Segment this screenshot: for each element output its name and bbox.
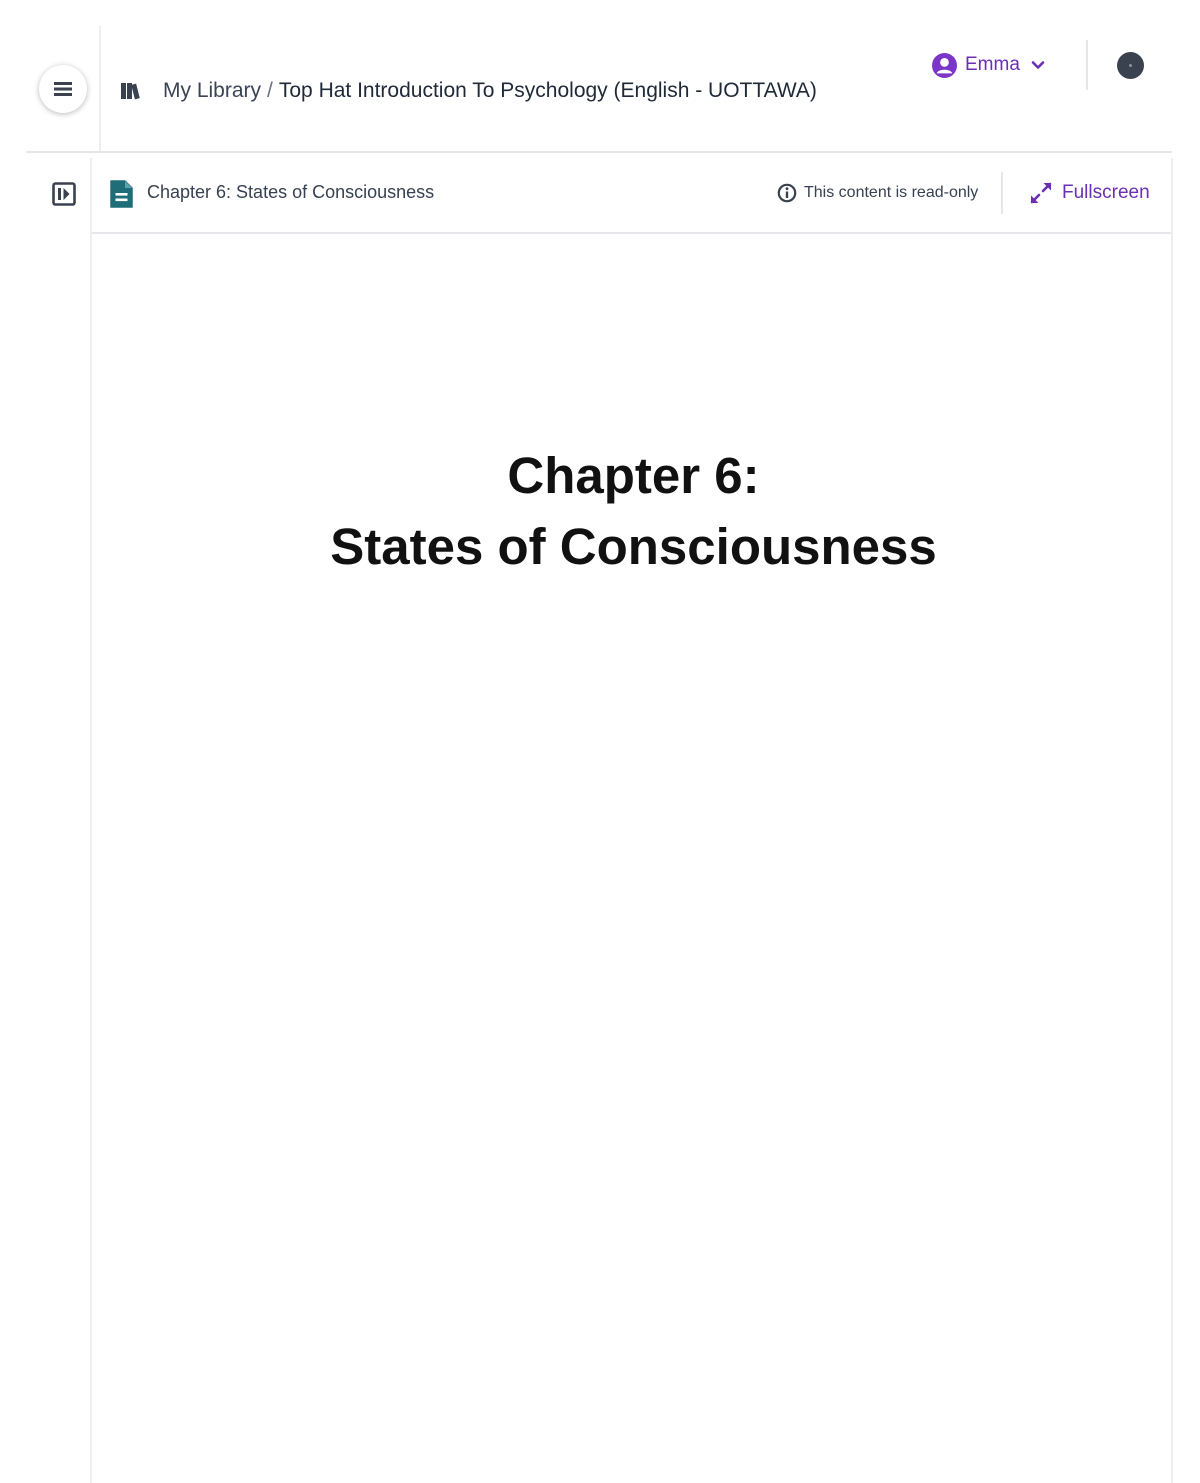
content-panel: Chapter 6: States of Consciousness This … [90,158,1173,1483]
user-name: Emma [965,54,1020,75]
info-icon [777,183,797,203]
top-bar: My Library / Top Hat Introduction To Psy… [0,0,1200,153]
breadcrumb-separator: / [267,79,273,102]
breadcrumb-course-title: Top Hat Introduction To Psychology (Engl… [278,79,817,102]
header-divider [1001,172,1003,214]
document-icon [108,180,134,208]
user-avatar-icon [932,52,957,78]
read-only-notice: This content is read-only [777,183,978,203]
slide-title: Chapter 6: States of Consciousness [92,440,1175,582]
breadcrumb: My Library / Top Hat Introduction To Psy… [120,76,817,106]
chevron-down-icon [1030,57,1046,73]
fullscreen-label: Fullscreen [1062,182,1150,203]
top-bar-divider [26,151,1172,153]
menu-button[interactable] [39,65,87,113]
user-menu-button[interactable]: Emma [932,52,1046,78]
sidebar-toggle-icon[interactable] [52,182,76,206]
slide-title-line-2: States of Consciousness [330,518,937,575]
menu-divider [99,26,101,152]
help-icon[interactable] [1117,52,1144,79]
slide-title-line-1: Chapter 6: [507,447,760,504]
fullscreen-button[interactable]: Fullscreen [1028,180,1150,206]
books-icon [120,80,142,102]
hamburger-icon [54,82,72,96]
read-only-label: This content is read-only [804,184,979,201]
user-divider [1086,40,1088,90]
expand-icon [1028,180,1054,206]
breadcrumb-my-library[interactable]: My Library [163,79,261,103]
document-title: Chapter 6: States of Consciousness [147,182,435,202]
content-header: Chapter 6: States of Consciousness This … [92,158,1171,234]
